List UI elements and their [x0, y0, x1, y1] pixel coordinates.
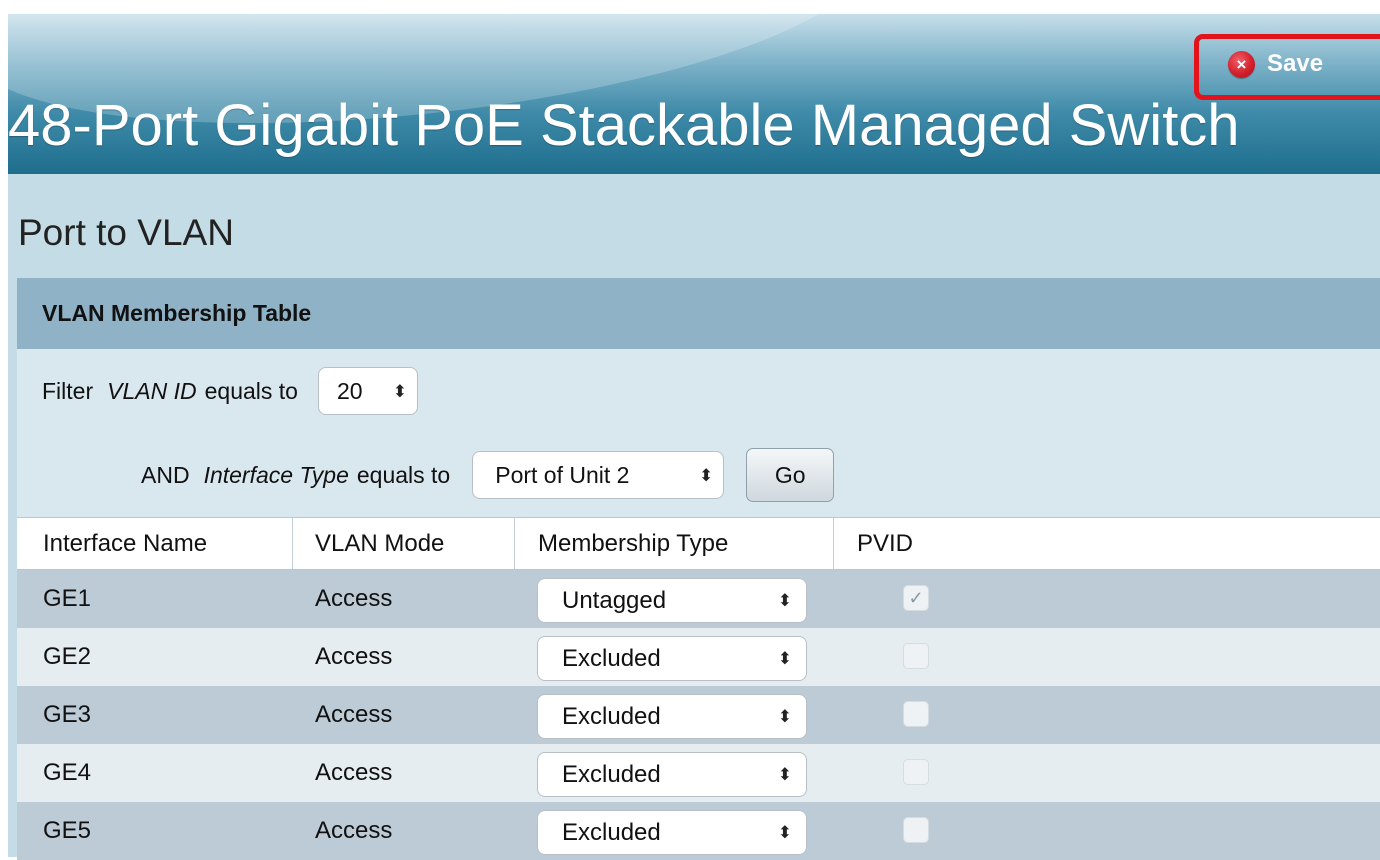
- pvid-checkbox[interactable]: [903, 643, 929, 669]
- interface-name-cell: GE2: [43, 643, 92, 670]
- table-title: VLAN Membership Table: [17, 278, 1380, 349]
- membership-type-value: Excluded: [562, 818, 661, 846]
- interface-type-select[interactable]: Port of Unit 2 ⬍: [472, 451, 725, 499]
- filter-row-vlan: Filter VLAN ID equals to 20 ⬍: [42, 349, 418, 433]
- membership-type-select[interactable]: Excluded ⬍: [537, 694, 807, 739]
- interface-type-value: Port of Unit 2: [495, 461, 630, 488]
- interface-name-cell: GE3: [43, 701, 92, 728]
- membership-type-select[interactable]: Excluded ⬍: [537, 810, 807, 855]
- membership-type-value: Excluded: [562, 644, 661, 672]
- column-header-vlan-mode: VLAN Mode: [315, 529, 445, 557]
- save-label: Save: [1267, 50, 1324, 77]
- interface-type-label: Interface Type: [203, 461, 349, 488]
- pvid-checkbox[interactable]: ✓: [903, 585, 929, 611]
- select-arrows-icon: ⬍: [698, 465, 714, 485]
- membership-type-value: Excluded: [562, 702, 661, 730]
- filter-area: Filter VLAN ID equals to 20 ⬍ AND Interf…: [17, 349, 1380, 517]
- table-row: GE1 Access Untagged ⬍ ✓: [17, 570, 1380, 628]
- filter-label: Filter: [42, 377, 94, 404]
- and-label: AND: [141, 461, 190, 488]
- table-row: GE3 Access Excluded ⬍: [17, 686, 1380, 744]
- page-title: Port to VLAN: [18, 212, 234, 253]
- product-title: 48-Port Gigabit PoE Stackable Managed Sw…: [8, 93, 1240, 158]
- go-button[interactable]: Go: [746, 448, 835, 502]
- interface-type-equals-label: equals to: [356, 461, 451, 488]
- main-content: Port to VLAN VLAN Membership Table Filte…: [8, 174, 1380, 860]
- column-divider: [292, 518, 293, 569]
- interface-name-cell: GE1: [43, 585, 92, 612]
- app-header: 48-Port Gigabit PoE Stackable Managed Sw…: [8, 14, 1380, 174]
- column-header-membership-type: Membership Type: [538, 529, 729, 557]
- pvid-checkbox[interactable]: [903, 817, 929, 843]
- membership-type-value: Excluded: [562, 760, 661, 788]
- column-divider: [514, 518, 515, 569]
- column-header-row: Interface Name VLAN Mode Membership Type…: [17, 517, 1380, 570]
- table-row: GE5 Access Excluded ⬍: [17, 802, 1380, 860]
- select-arrows-icon: ⬍: [777, 823, 792, 842]
- vlan-mode-cell: Access: [315, 759, 393, 786]
- membership-type-select[interactable]: Excluded ⬍: [537, 752, 807, 797]
- select-arrows-icon: ⬍: [777, 707, 792, 726]
- select-arrows-icon: ⬍: [777, 591, 792, 610]
- column-header-pvid: PVID: [857, 529, 914, 557]
- pvid-checkbox[interactable]: [903, 701, 929, 727]
- save-button[interactable]: × Save: [1228, 46, 1323, 82]
- filter-row-interface: AND Interface Type equals to Port of Uni…: [141, 433, 835, 517]
- interface-name-cell: GE5: [43, 817, 92, 844]
- select-arrows-icon: ⬍: [392, 381, 407, 401]
- interface-name-cell: GE4: [43, 759, 92, 786]
- pvid-checkbox[interactable]: [903, 759, 929, 785]
- column-divider: [833, 518, 834, 569]
- vlan-id-value: 20: [336, 377, 363, 404]
- table-row: GE4 Access Excluded ⬍: [17, 744, 1380, 802]
- membership-type-value: Untagged: [562, 586, 667, 614]
- vlan-membership-table: VLAN Membership Table Filter VLAN ID equ…: [17, 278, 1380, 860]
- vlan-id-equals-label: equals to: [204, 377, 298, 404]
- close-circle-icon: ×: [1228, 50, 1255, 78]
- vlan-mode-cell: Access: [315, 701, 393, 728]
- select-arrows-icon: ⬍: [777, 765, 792, 784]
- membership-type-select[interactable]: Untagged ⬍: [537, 578, 807, 623]
- membership-type-select[interactable]: Excluded ⬍: [537, 636, 807, 681]
- vlan-id-label: VLAN ID: [107, 377, 197, 404]
- table-row: GE2 Access Excluded ⬍: [17, 628, 1380, 686]
- vlan-mode-cell: Access: [315, 643, 393, 670]
- column-header-interface-name: Interface Name: [43, 529, 208, 557]
- vlan-id-select[interactable]: 20 ⬍: [317, 367, 418, 415]
- vlan-mode-cell: Access: [315, 585, 393, 612]
- select-arrows-icon: ⬍: [777, 649, 792, 668]
- vlan-mode-cell: Access: [315, 817, 393, 844]
